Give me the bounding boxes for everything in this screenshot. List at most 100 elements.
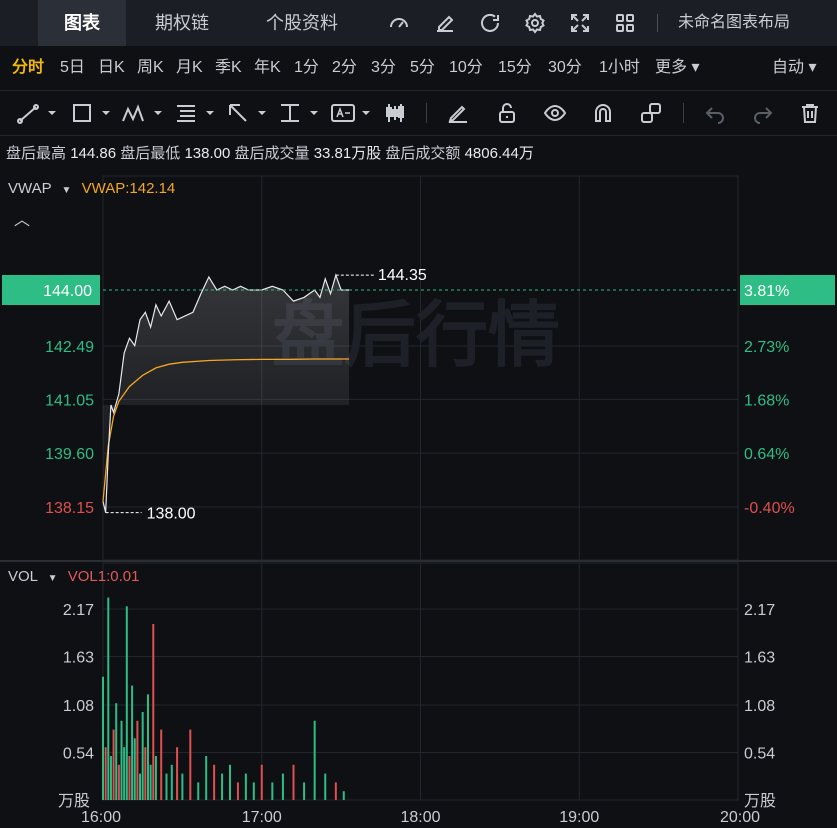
- min-price-label: 138.00: [147, 506, 196, 523]
- link-icon[interactable]: [639, 101, 663, 125]
- period-more-dropdown[interactable]: 更多 ▾: [655, 46, 699, 90]
- price-line: [102, 273, 350, 513]
- vwap-name: VWAP: [8, 180, 52, 197]
- period-1h[interactable]: 1小时: [599, 46, 640, 90]
- volume-bar: [117, 764, 120, 800]
- unlock-icon[interactable]: [495, 101, 519, 125]
- period-day[interactable]: 日K: [98, 46, 125, 90]
- vol-indicator[interactable]: VOL ▼ VOL1:0.01: [8, 568, 139, 585]
- current-pct-text: 3.81%: [744, 283, 789, 300]
- turnover-value: 4806.44万: [464, 145, 534, 162]
- volume-tick-label: 1.08: [63, 698, 94, 715]
- tab-stock-profile[interactable]: 个股资料: [250, 0, 354, 46]
- undo-icon[interactable]: [703, 101, 727, 125]
- volume-bar: [107, 597, 110, 800]
- rect-tool-icon[interactable]: [70, 101, 114, 125]
- volume-bar: [120, 720, 123, 800]
- x-tick-label: 16:00: [81, 809, 121, 826]
- vwap-indicator[interactable]: VWAP ▼ VWAP:142.14: [8, 180, 175, 197]
- grid-layout-icon[interactable]: [613, 11, 637, 35]
- vol-value: VOL1:0.01: [67, 568, 140, 585]
- period-intraday[interactable]: 分时: [12, 46, 44, 90]
- x-tick-label: 18:00: [400, 809, 440, 826]
- volume-bar: [112, 729, 115, 800]
- period-5d[interactable]: 5日: [60, 46, 85, 90]
- volume-bar: [271, 782, 274, 800]
- text-tool-icon[interactable]: [330, 101, 374, 125]
- x-tick-label: 19:00: [559, 809, 599, 826]
- period-2m[interactable]: 2分: [332, 46, 357, 90]
- volume-tick-label: 1.63: [63, 650, 94, 667]
- x-tick-label: 17:00: [242, 809, 282, 826]
- period-week[interactable]: 周K: [137, 46, 164, 90]
- period-15m[interactable]: 15分: [498, 46, 532, 90]
- price-area-fill: [103, 275, 350, 513]
- current-price-text: 144.00: [43, 283, 92, 300]
- high-value: 144.86: [70, 145, 117, 162]
- volume-bar: [244, 773, 247, 800]
- top-toolbar: 图表 期权链 个股资料 未命名图表布局: [0, 0, 837, 46]
- fullscreen-icon[interactable]: [568, 11, 592, 35]
- high-label: 盘后最高: [6, 145, 67, 162]
- layout-name[interactable]: 未命名图表布局: [678, 0, 790, 46]
- current-price-badge: [2, 275, 100, 305]
- volume-bar: [281, 773, 284, 800]
- gauge-icon[interactable]: [387, 11, 411, 35]
- vwap-line: [102, 358, 350, 502]
- pattern-tool-icon[interactable]: [120, 101, 168, 125]
- volume-bar: [189, 729, 192, 800]
- volume-bar: [160, 729, 163, 800]
- turnover-label: 盘后成交额: [385, 145, 461, 162]
- volume-bar: [303, 782, 306, 800]
- period-5m[interactable]: 5分: [410, 46, 435, 90]
- price-tick-label: 139.60: [45, 446, 94, 463]
- volume-bar: [205, 755, 208, 800]
- magnet-icon[interactable]: [591, 101, 615, 125]
- edit-icon[interactable]: [433, 11, 457, 35]
- price-area: [103, 275, 350, 513]
- refresh-icon[interactable]: [478, 11, 502, 35]
- volume-bar: [197, 782, 200, 800]
- volume-tick-label: 2.17: [744, 602, 775, 619]
- period-year[interactable]: 年K: [254, 46, 281, 90]
- collapse-chevron-icon[interactable]: ︿: [14, 206, 30, 230]
- candle-tool-icon[interactable]: [383, 101, 407, 125]
- volume-bar: [102, 676, 104, 800]
- range-tool-icon[interactable]: [278, 101, 322, 125]
- volume-value: 33.81万股: [313, 145, 382, 162]
- fib-tool-icon[interactable]: [174, 101, 218, 125]
- pen-icon[interactable]: [446, 101, 470, 125]
- price-lines: 144.35 138.00: [102, 267, 738, 523]
- volume-bar: [252, 782, 255, 800]
- price-tick-label: 142.49: [45, 339, 94, 356]
- chart-grid: [0, 175, 837, 801]
- redo-icon[interactable]: [751, 101, 775, 125]
- axis-labels: 144.00 3.81% 142.49 2.73% 141.05 1.68% 139.60 0…: [2, 275, 835, 826]
- period-30m[interactable]: 30分: [548, 46, 582, 90]
- volume-bar: [229, 764, 231, 800]
- eye-icon[interactable]: [543, 101, 567, 125]
- trash-icon[interactable]: [798, 101, 822, 125]
- chart-mode-dropdown[interactable]: 自动 ▾: [772, 46, 816, 90]
- toolbar-divider: [657, 14, 658, 32]
- period-quarter[interactable]: 季K: [215, 46, 242, 90]
- tab-chart[interactable]: 图表: [38, 0, 126, 46]
- volume-bar: [236, 782, 239, 800]
- volume-tick-label: 1.08: [744, 698, 775, 715]
- settings-icon[interactable]: [523, 11, 547, 35]
- tab-option-chain[interactable]: 期权链: [140, 0, 224, 46]
- drawing-toolbar: [0, 91, 837, 136]
- period-10m[interactable]: 10分: [449, 46, 483, 90]
- chevron-down-icon[interactable]: ▼: [48, 573, 58, 584]
- period-1m[interactable]: 1分: [294, 46, 319, 90]
- arrow-tool-icon[interactable]: [226, 101, 270, 125]
- chevron-down-icon[interactable]: ▼: [62, 185, 72, 196]
- period-3m[interactable]: 3分: [371, 46, 396, 90]
- period-month[interactable]: 月K: [176, 46, 203, 90]
- toolbar-divider: [426, 103, 427, 123]
- pct-tick-label: 0.64%: [744, 446, 789, 463]
- volume-bar: [221, 773, 224, 800]
- price-tick-label: 138.15: [45, 500, 94, 517]
- volume-bar: [109, 755, 112, 800]
- line-tool-icon[interactable]: [16, 101, 60, 125]
